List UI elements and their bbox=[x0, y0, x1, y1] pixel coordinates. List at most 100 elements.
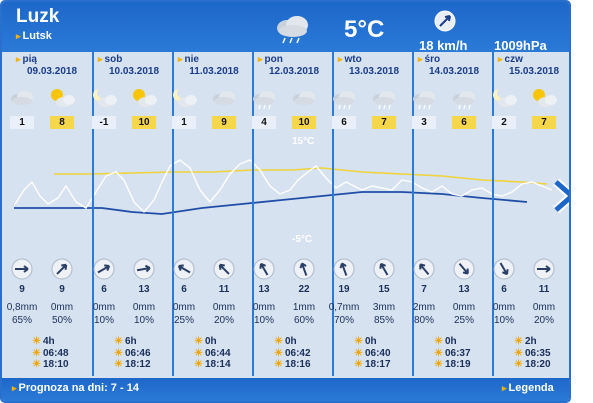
sunset-icon: ☀ bbox=[274, 359, 283, 370]
max-temp-line bbox=[54, 167, 548, 185]
wind-speed: 11 bbox=[538, 284, 550, 295]
sunrise-icon: ☀ bbox=[194, 347, 203, 359]
precipitation: 0mm 50% bbox=[44, 301, 80, 327]
precip-chance: 85% bbox=[373, 315, 394, 326]
precip-chance: 20% bbox=[213, 315, 234, 326]
sunrise-icon: ☀ bbox=[274, 347, 283, 359]
rain-cloud-icon bbox=[253, 91, 275, 110]
day-header[interactable]: pią09.03.2018 bbox=[12, 52, 92, 80]
sunset-time: 18:17 bbox=[364, 359, 391, 370]
wind-speed: 6 bbox=[181, 284, 187, 295]
city-name[interactable]: Luzk bbox=[16, 6, 59, 28]
day-date: 15.03.2018 bbox=[508, 66, 560, 77]
day-temp: 7 bbox=[532, 116, 556, 129]
wind-arrow-icon bbox=[133, 258, 155, 280]
sunset-time: 18:12 bbox=[124, 359, 151, 370]
precip-amount: 0mm bbox=[92, 302, 116, 313]
day-temp: 9 bbox=[212, 116, 236, 129]
sunrise-icon: ☀ bbox=[514, 347, 523, 359]
sun-hours: 0h bbox=[204, 336, 217, 347]
sun-cloud-icon bbox=[51, 89, 75, 107]
night-temp: 1 bbox=[10, 116, 34, 129]
precipitation: 0mm 10% bbox=[126, 301, 162, 327]
day-name: nie bbox=[178, 54, 199, 65]
sun-info: ☀ 0h ☀ 06:42 ☀ 18:16 bbox=[274, 336, 311, 371]
sunrise-time: 06:46 bbox=[124, 347, 151, 359]
precip-chance: 70% bbox=[333, 315, 354, 326]
feels-like-line bbox=[13, 159, 553, 214]
precipitation: 0mm 10% bbox=[246, 301, 282, 327]
precipitation: 0mm 20% bbox=[206, 301, 242, 327]
wind-speed: 13 bbox=[258, 284, 270, 295]
sun-icon: ☀ bbox=[354, 336, 363, 347]
day-header[interactable]: wto13.03.2018 bbox=[334, 52, 414, 80]
precipitation: 0,8mm 65% bbox=[4, 301, 40, 327]
precip-chance: 25% bbox=[453, 315, 474, 326]
day-header[interactable]: czw15.03.2018 bbox=[494, 52, 569, 80]
plot-label-top: 15°C bbox=[292, 136, 315, 147]
day-header[interactable]: śro14.03.2018 bbox=[414, 52, 494, 80]
precipitation: 0mm 10% bbox=[86, 301, 122, 327]
night-temp: 4 bbox=[252, 116, 276, 129]
forecast-range-link[interactable]: Prognoza na dni: 7 - 14 bbox=[12, 382, 139, 394]
wind-speed: 13 bbox=[458, 284, 470, 295]
rain-cloud-icon bbox=[277, 16, 308, 44]
cloudy-icon bbox=[293, 91, 315, 105]
precip-chance: 10% bbox=[493, 315, 514, 326]
day-temp: 6 bbox=[452, 116, 476, 129]
sunrise-icon: ☀ bbox=[32, 347, 41, 359]
wind-arrow-icon bbox=[293, 258, 315, 280]
day-name: wto bbox=[338, 54, 362, 65]
precip-amount: 0mm bbox=[452, 302, 476, 313]
moon-cloud-icon bbox=[93, 88, 117, 107]
day-date: 13.03.2018 bbox=[348, 66, 400, 77]
day-name: czw bbox=[498, 54, 523, 65]
rain-cloud-icon bbox=[413, 91, 435, 110]
precip-amount: 2mm bbox=[412, 302, 436, 313]
wind-arrow-icon bbox=[413, 258, 435, 280]
day-header[interactable]: pon12.03.2018 bbox=[254, 52, 334, 80]
day-temp: 8 bbox=[50, 116, 74, 129]
plot-label-bottom: -5°C bbox=[292, 234, 313, 245]
day-date: 10.03.2018 bbox=[108, 66, 160, 77]
sun-icon: ☀ bbox=[434, 336, 443, 347]
sunrise-time: 06:44 bbox=[204, 347, 231, 359]
sunset-icon: ☀ bbox=[514, 359, 523, 370]
wind-arrow-icon bbox=[493, 258, 515, 280]
sun-info: ☀ 0h ☀ 06:40 ☀ 18:17 bbox=[354, 336, 391, 371]
sun-icon: ☀ bbox=[194, 336, 203, 347]
city-subtitle[interactable]: Lutsk bbox=[16, 30, 52, 42]
sun-info: ☀ 4h ☀ 06:48 ☀ 18:10 bbox=[32, 336, 69, 371]
day-header[interactable]: sob10.03.2018 bbox=[94, 52, 174, 80]
day-date: 12.03.2018 bbox=[268, 66, 320, 77]
precip-amount: 0,8mm bbox=[6, 302, 38, 313]
day-temp: 10 bbox=[292, 116, 316, 129]
day-temp: 10 bbox=[132, 116, 156, 129]
legend-link[interactable]: Legenda bbox=[502, 382, 554, 394]
sun-hours: 0h bbox=[284, 336, 297, 347]
day-temp: 7 bbox=[372, 116, 396, 129]
sunrise-time: 06:37 bbox=[444, 347, 471, 359]
next-arrow-icon[interactable] bbox=[550, 178, 571, 214]
sunset-icon: ☀ bbox=[194, 359, 203, 370]
precip-chance: 65% bbox=[11, 315, 32, 326]
sunset-icon: ☀ bbox=[434, 359, 443, 370]
precip-chance: 20% bbox=[533, 315, 554, 326]
rain-cloud-icon bbox=[373, 91, 395, 110]
night-temp: 2 bbox=[492, 116, 516, 129]
precip-amount: 0mm bbox=[132, 302, 156, 313]
wind-speed: 13 bbox=[138, 284, 150, 295]
sun-info: ☀ 0h ☀ 06:37 ☀ 18:19 bbox=[434, 336, 471, 371]
sunrise-icon: ☀ bbox=[114, 347, 123, 359]
day-name: sob bbox=[98, 54, 123, 65]
wind-speed: 11 bbox=[218, 284, 230, 295]
sun-icon: ☀ bbox=[114, 336, 123, 347]
day-header[interactable]: nie11.03.2018 bbox=[174, 52, 254, 80]
sunset-icon: ☀ bbox=[354, 359, 363, 370]
day-date: 09.03.2018 bbox=[26, 66, 78, 77]
sun-hours: 0h bbox=[444, 336, 457, 347]
precip-chance: 50% bbox=[51, 315, 72, 326]
wind-arrow-icon bbox=[213, 258, 235, 280]
night-temp: 3 bbox=[412, 116, 436, 129]
wind-speed: 7 bbox=[421, 284, 427, 295]
